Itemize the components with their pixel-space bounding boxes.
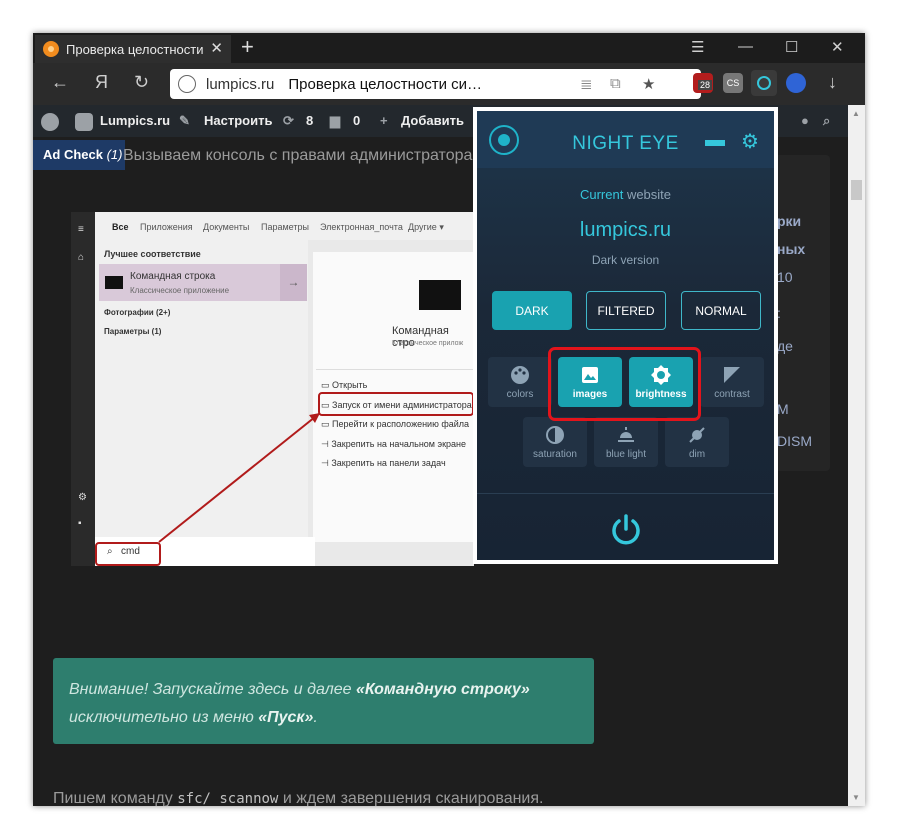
back-button[interactable]: ← xyxy=(51,72,69,93)
wp-comments-count[interactable]: 0 xyxy=(353,113,360,128)
feature-contrast-label: contrast xyxy=(714,389,750,400)
instruction-paragraph: Пишем команду sfc/ scannow и ждем заверш… xyxy=(53,790,543,806)
bookmark-star-icon[interactable]: ★ xyxy=(642,75,655,93)
toc-line-6[interactable]: M xyxy=(777,401,789,417)
feature-dim-button[interactable]: dim xyxy=(665,417,729,467)
lead-text: Вызываем консоль с правами администратор… xyxy=(123,147,473,164)
globe-icon xyxy=(178,75,196,93)
feedback-chat-icon[interactable]: ▬ xyxy=(705,129,725,152)
address-bar[interactable]: lumpics.ru Проверка целостности си… ≣ ⧉ … xyxy=(170,69,701,99)
reload-button[interactable]: ↻ xyxy=(134,72,149,93)
comments-icon: ▆ xyxy=(330,113,340,128)
browser-menu-button[interactable]: ☰ xyxy=(691,38,704,56)
yandex-button[interactable]: Я xyxy=(95,72,108,93)
browser-tab[interactable]: Проверка целостности ✕ xyxy=(35,35,231,63)
palette-icon xyxy=(511,366,529,384)
popup-divider xyxy=(477,493,774,494)
feature-blue-light-button[interactable]: blue light xyxy=(594,417,658,467)
wp-site-link[interactable]: Lumpics.ru xyxy=(100,113,170,128)
night-eye-header: NIGHT EYE ▬ ⚙ xyxy=(477,111,774,168)
feature-dim-label: dim xyxy=(688,449,706,460)
customize-brush-icon: ✎ xyxy=(179,113,190,128)
images-brightness-highlight xyxy=(548,347,701,421)
feature-saturation-button[interactable]: saturation xyxy=(523,417,587,467)
feature-contrast-button[interactable]: contrast xyxy=(700,357,764,407)
address-page-title: Проверка целостности си… xyxy=(288,75,483,93)
site-favicon-icon xyxy=(43,41,59,57)
para-after: и ждем завершения сканирования. xyxy=(278,790,544,806)
ublock-badge: 28 xyxy=(698,80,713,90)
new-tab-button[interactable]: + xyxy=(241,34,254,60)
toc-line-1[interactable]: рки xyxy=(777,213,801,229)
feature-saturation-label: saturation xyxy=(533,449,577,460)
current-site: lumpics.ru xyxy=(579,219,672,241)
para-code: sfc/ scannow xyxy=(177,791,279,806)
wp-search-icon[interactable]: ⌕ xyxy=(823,113,830,129)
night-eye-eye-icon xyxy=(757,76,771,90)
toc-line-7[interactable]: DISM xyxy=(777,433,812,449)
feature-colors-label: colors xyxy=(506,389,534,400)
vpn-globe-extension-icon[interactable] xyxy=(786,73,806,93)
night-eye-brand: NIGHT EYE xyxy=(572,133,679,154)
wp-updates-count[interactable]: 8 xyxy=(306,113,313,128)
night-eye-popup: NIGHT EYE ▬ ⚙ Current website lumpics.ru… xyxy=(473,107,778,564)
alert-bold-1: «Командную строку» xyxy=(355,681,530,698)
toc-line-2[interactable]: ных xyxy=(777,241,805,257)
mode-dark-button[interactable]: DARK xyxy=(492,291,572,330)
settings-gear-icon[interactable]: ⚙ xyxy=(741,129,759,154)
dim-icon xyxy=(689,427,705,443)
plus-icon: + xyxy=(380,113,388,128)
downloads-button[interactable]: ↓ xyxy=(828,72,837,93)
para-before: Пишем команду xyxy=(53,790,178,806)
maximize-button[interactable]: ☐ xyxy=(785,38,798,56)
night-eye-extension-button[interactable] xyxy=(751,70,777,96)
wp-add-new-link[interactable]: Добавить xyxy=(401,113,464,128)
mode-filtered-button[interactable]: FILTERED xyxy=(586,291,666,330)
dashboard-icon xyxy=(75,113,93,131)
alert-bold-2: «Пуск» xyxy=(258,709,314,726)
navigation-bar: ← Я ↻ lumpics.ru Проверка целостности си… xyxy=(33,63,865,105)
feature-colors-button[interactable]: colors xyxy=(488,357,552,407)
ublock-extension-icon[interactable]: 28 xyxy=(693,73,713,93)
tab-close-button[interactable]: ✕ xyxy=(210,39,223,57)
site-version: Dark version xyxy=(591,253,660,267)
translate-icon[interactable]: ⧉ xyxy=(610,75,621,92)
wordpress-logo-icon[interactable] xyxy=(41,113,59,131)
ad-check-badge[interactable]: Ad Check (1) xyxy=(33,140,125,170)
tab-title: Проверка целостности xyxy=(66,41,204,57)
minimize-button[interactable]: — xyxy=(738,38,753,55)
cs-extension-icon[interactable]: CS xyxy=(723,73,743,93)
feature-blue-light-label: blue light xyxy=(605,449,647,460)
blue-light-icon xyxy=(618,427,634,442)
windows-search-screenshot: ≡ ⌂ ⚙ ▪ Все Приложения Документы Парамет… xyxy=(71,212,474,566)
current-word: Current xyxy=(579,187,624,202)
close-window-button[interactable]: ✕ xyxy=(831,38,844,56)
annotation-arrow xyxy=(158,412,321,543)
scroll-up-arrow-icon[interactable]: ▲ xyxy=(852,109,860,118)
reader-mode-icon[interactable]: ≣ xyxy=(580,75,593,93)
scroll-thumb[interactable] xyxy=(851,180,862,200)
current-website-label: Current website xyxy=(477,187,774,202)
page-scrollbar[interactable]: ▲ ▼ xyxy=(848,105,865,806)
night-eye-panel: NIGHT EYE ▬ ⚙ Current website lumpics.ru… xyxy=(477,111,774,560)
toc-line-3[interactable]: 10 xyxy=(777,269,793,285)
contrast-icon xyxy=(724,367,740,383)
user-icon[interactable]: ● xyxy=(801,113,809,128)
scroll-down-arrow-icon[interactable]: ▼ xyxy=(852,793,860,802)
power-button[interactable] xyxy=(609,513,643,547)
wp-customize-link[interactable]: Настроить xyxy=(204,113,272,128)
tab-bar: Проверка целостности ✕ + ☰ — ☐ ✕ xyxy=(33,33,865,63)
alert-text-1: Внимание! Запускайте здесь и далее xyxy=(69,681,356,698)
toc-line-5[interactable]: де xyxy=(777,338,793,354)
alert-text-3: . xyxy=(313,709,318,726)
updates-icon: ⟳ xyxy=(283,113,294,128)
saturation-icon xyxy=(546,426,564,444)
alert-text-2: исключительно из меню xyxy=(69,709,259,726)
ad-check-label: Ad Check xyxy=(43,147,103,162)
website-word: website xyxy=(623,187,672,202)
ad-check-count: (1) xyxy=(106,147,123,162)
mode-normal-button[interactable]: NORMAL xyxy=(681,291,761,330)
address-host: lumpics.ru xyxy=(206,75,275,93)
warning-alert: Внимание! Запускайте здесь и далее «Кома… xyxy=(53,658,594,744)
